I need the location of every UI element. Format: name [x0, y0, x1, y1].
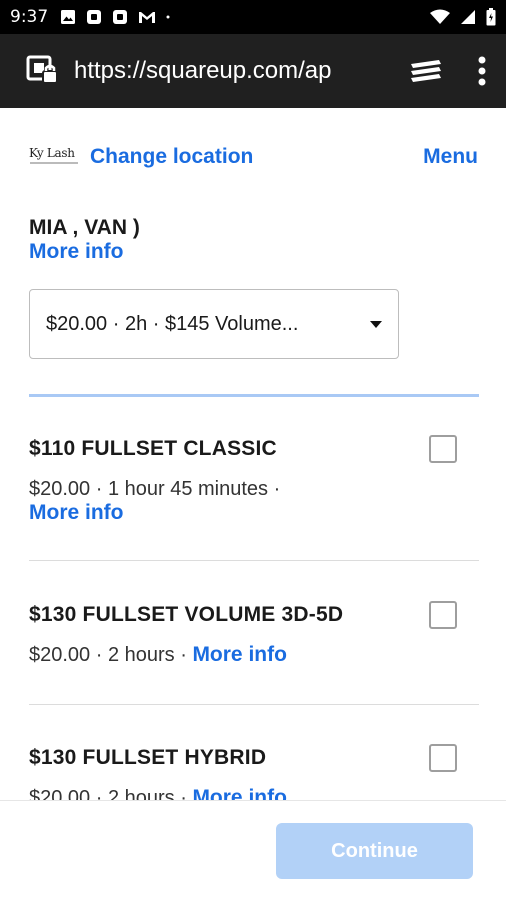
service-price-duration: $20.00 · 2 hours ·: [29, 787, 187, 800]
url-bar[interactable]: https://squareup.com/ap: [74, 57, 364, 85]
dot-icon: [166, 15, 170, 19]
gmail-icon: [139, 12, 156, 23]
service-more-info-link[interactable]: More info: [192, 643, 287, 666]
notification-icons: [60, 9, 174, 25]
service-checkbox[interactable]: [429, 435, 457, 463]
overflow-menu-button[interactable]: [474, 53, 490, 89]
image-icon: [61, 10, 76, 24]
service-item[interactable]: $130 FULLSET HYBRID $20.00 · 2 hours · M…: [29, 744, 479, 800]
staff-name: MIA , VAN ): [29, 216, 140, 239]
staff-more-info-link[interactable]: More info: [29, 240, 124, 264]
service-divider: [29, 560, 479, 561]
logo-text: Ky Lash: [29, 146, 75, 160]
service-more-info-link[interactable]: More info: [29, 501, 124, 524]
system-icons: [430, 8, 496, 26]
service-meta: $20.00 · 2 hours · More info: [29, 786, 479, 800]
square-app-icon: [87, 10, 102, 24]
tabs-button[interactable]: [408, 53, 444, 89]
square-app-icon: [113, 10, 128, 24]
battery-icon: [486, 8, 496, 26]
service-title: $130 FULLSET VOLUME 3D-5D: [29, 603, 344, 626]
service-divider: [29, 704, 479, 705]
browser-toolbar: https://squareup.com/ap: [0, 34, 506, 108]
service-more-info-link[interactable]: More info: [192, 786, 287, 800]
service-item[interactable]: $130 FULLSET VOLUME 3D-5D $20.00 · 2 hou…: [29, 601, 479, 667]
service-price-duration: $20.00 · 2 hours ·: [29, 644, 187, 666]
service-meta: $20.00 · 1 hour 45 minutes · More info: [29, 477, 479, 525]
service-checkbox[interactable]: [429, 744, 457, 772]
status-time: 9:37: [10, 7, 49, 27]
tabs-icon: [411, 60, 441, 82]
service-title: $110 FULLSET CLASSIC: [29, 437, 277, 460]
business-logo[interactable]: Ky Lash: [29, 146, 81, 168]
change-location-link[interactable]: Change location: [90, 145, 253, 169]
service-title: $130 FULLSET HYBRID: [29, 746, 267, 769]
service-item[interactable]: $110 FULLSET CLASSIC $20.00 · 1 hour 45 …: [29, 435, 479, 525]
service-checkbox[interactable]: [429, 601, 457, 629]
service-select[interactable]: $20.00 · 2h · $145 Volume...: [29, 289, 399, 359]
signal-icon: [461, 10, 475, 24]
wifi-icon: [430, 9, 450, 24]
menu-link[interactable]: Menu: [423, 145, 478, 169]
caret-down-icon: [370, 320, 382, 328]
logo-underline: [30, 162, 78, 164]
service-price-duration: $20.00 · 1 hour 45 minutes ·: [29, 478, 281, 500]
page-content: Ky Lash Change location Menu MIA , VAN )…: [0, 108, 506, 800]
page-info-icon[interactable]: [26, 54, 60, 88]
top-nav: Ky Lash Change location Menu: [29, 144, 478, 170]
continue-button[interactable]: Continue: [276, 823, 473, 879]
service-meta: $20.00 · 2 hours · More info: [29, 643, 479, 667]
service-select-value: $20.00 · 2h · $145 Volume...: [46, 312, 299, 335]
status-bar: 9:37: [0, 0, 506, 34]
overflow-menu-icon: [478, 56, 486, 86]
bottom-action-bar: Continue: [0, 800, 506, 900]
section-divider: [29, 394, 479, 397]
